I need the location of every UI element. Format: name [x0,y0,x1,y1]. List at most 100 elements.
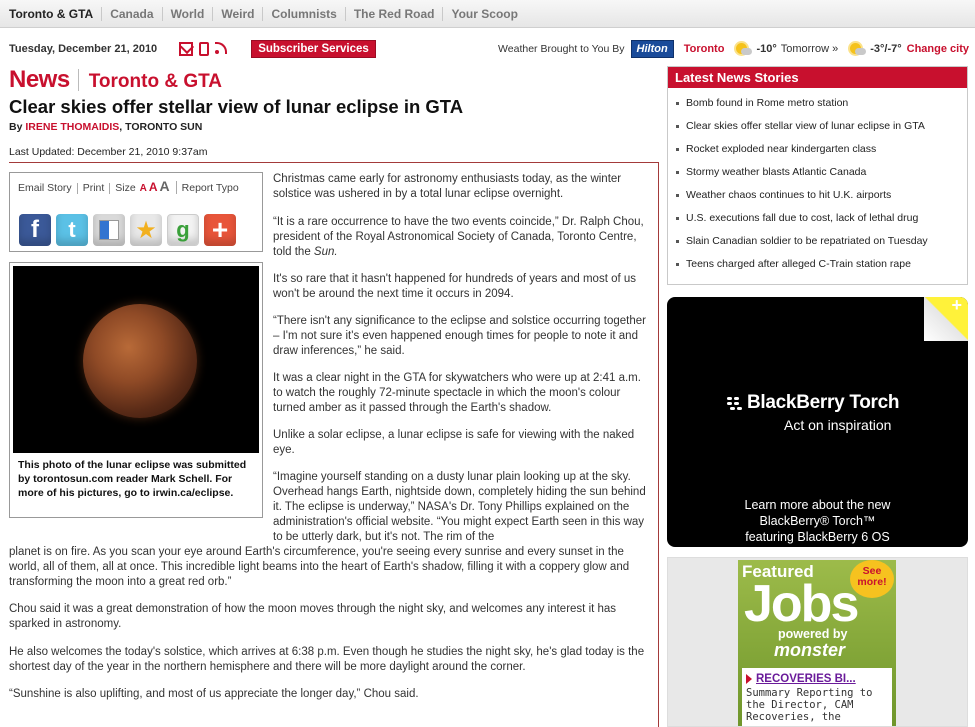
job-description: Summary Reporting to the Director, CAM R… [746,687,888,723]
twitter-icon[interactable]: t [56,214,88,246]
article-headline: Clear skies offer stellar view of lunar … [9,96,464,117]
more-share-icon[interactable]: + [204,214,236,246]
ad-learn-line-2: BlackBerry® Torch™ [759,514,876,528]
job-description-line: the Director, CAM [746,699,854,711]
job-listing[interactable]: RECOVERIES BI... Summary Reporting to th… [742,668,892,726]
photo-caption: This photo of the lunar eclipse was subm… [18,459,247,499]
arrow-right-icon [746,674,752,684]
delicious-icon[interactable] [93,214,125,246]
byline-prefix: By [9,121,23,133]
text-size-large[interactable]: A [159,178,171,194]
job-description-line: Recoveries, the [746,711,841,723]
paragraph-2-italic: Sun. [313,246,338,258]
change-city-link[interactable]: Change city [907,43,969,55]
ad-tagline: Act on inspiration [784,417,892,433]
social-share-icons: f t ★ g + [19,214,236,246]
rss-icon[interactable] [215,42,228,54]
paragraph-2: “It is a rare occurrence to have the two… [273,215,653,260]
nav-canada[interactable]: Canada [102,6,163,21]
featured-jobs-box: Featured See more! Jobs powered by monst… [667,557,968,727]
author-link[interactable]: IRENE THOMAIDIS [25,121,119,133]
story-tools: Email Story Print Size AAA Report Typo f… [9,172,263,252]
email-story-link[interactable]: Email Story [18,183,78,194]
section-news[interactable]: News [9,66,70,94]
paragraph-9: He also welcomes the today's solstice, w… [9,646,645,673]
mobile-phone-icon[interactable] [199,42,210,56]
header-tool-icons [179,42,228,56]
latest-news-panel: Latest News Stories Bomb found in Rome m… [667,66,968,285]
powered-by-label: powered by [778,627,848,641]
nav-weird[interactable]: Weird [213,6,264,21]
section-divider [77,69,79,91]
latest-news-item[interactable]: Bomb found in Rome metro station [668,97,967,120]
weather-city[interactable]: Toronto [684,43,725,55]
byline: By IRENE THOMAIDIS, TORONTO SUN [9,121,202,133]
paragraph-8: Chou said it was a great demonstration o… [9,603,617,630]
blackberry-ad[interactable]: BlackBerry Torch Act on inspiration Lear… [667,297,968,547]
job-title-link[interactable]: RECOVERIES BI... [746,673,888,685]
ad-learn-line-1: Learn more about the new [744,498,891,512]
latest-news-item[interactable]: Teens charged after alleged C-Train stat… [668,258,967,281]
hilton-logo[interactable]: Hilton [630,40,674,58]
latest-news-list: Bomb found in Rome metro station Clear s… [668,97,967,281]
latest-news-item[interactable]: Rocket exploded near kindergarten class [668,143,967,166]
nav-the-red-road[interactable]: The Red Road [346,6,444,21]
lunar-eclipse-photo[interactable] [13,266,259,453]
tomorrow-label[interactable]: Tomorrow » [781,43,838,55]
latest-news-item[interactable]: Stormy weather blasts Atlantic Canada [668,166,967,189]
latest-news-item[interactable]: U.S. executions fall due to cost, lack o… [668,212,967,235]
paragraph-7-bottom: planet is on fire. As you scan your eye … [9,546,630,588]
expand-ad-corner-icon[interactable] [924,297,968,341]
blackberry-logo-icon [727,397,743,411]
subscriber-services-button[interactable]: Subscriber Services [251,40,376,58]
date-row: Tuesday, December 21, 2010 Subscriber Se… [9,38,969,60]
report-typo-link[interactable]: Report Typo [177,183,244,194]
text-size-small[interactable]: A [139,183,148,194]
paragraph-4: “There isn't any significance to the ecl… [273,315,646,357]
text-size-control: Size AAA [110,178,177,194]
partly-sunny-icon [848,42,867,56]
eclipsed-moon [83,304,197,418]
partly-sunny-icon [734,42,753,56]
story-tool-links: Email Story Print Size AAA Report Typo [18,178,244,194]
favorite-star-icon[interactable]: ★ [130,214,162,246]
latest-news-item[interactable]: Weather chaos continues to hit U.K. airp… [668,189,967,212]
job-title-text: RECOVERIES BI... [756,673,856,685]
email-icon[interactable] [179,42,194,56]
size-label: Size [115,182,136,194]
job-description-line: Summary Reporting to [746,687,873,699]
byline-outlet: , TORONTO SUN [119,121,203,133]
facebook-icon[interactable]: f [19,214,51,246]
paragraph-5: It was a clear night in the GTA for skyw… [273,372,641,414]
latest-news-title: Latest News Stories [668,67,967,88]
latest-news-item[interactable]: Slain Canadian soldier to be repatriated… [668,235,967,258]
text-size-medium[interactable]: A [148,180,159,194]
current-date: Tuesday, December 21, 2010 [9,43,158,55]
ad-brand: BlackBerry Torch [747,392,900,413]
photo-box: This photo of the lunar eclipse was subm… [9,262,263,518]
nav-toronto-gta[interactable]: Toronto & GTA [9,6,103,21]
top-nav: Toronto & GTA Canada World Weird Columni… [0,0,975,28]
paragraph-1: Christmas came early for astronomy enthu… [273,173,622,200]
section-toronto-gta[interactable]: Toronto & GTA [89,71,222,93]
paragraph-6: Unlike a solar eclipse, a lunar eclipse … [273,429,635,456]
today-temperature: -10° [756,43,777,55]
monster-jobs-widget[interactable]: Featured See more! Jobs powered by monst… [738,560,896,726]
ad-learn-more: Learn more about the new BlackBerry® Tor… [667,497,968,545]
section-heading: News Toronto & GTA [9,66,222,94]
nav-world[interactable]: World [163,6,214,21]
google-icon[interactable]: g [167,214,199,246]
paragraph-3: It's so rare that it hasn't happened for… [273,273,637,300]
nav-columnists[interactable]: Columnists [263,6,346,21]
tomorrow-temperature: -3°/-7° [870,43,902,55]
ad-learn-line-3: featuring BlackBerry 6 OS [745,530,890,544]
monster-logo: monster [774,640,846,660]
nav-your-scoop[interactable]: Your Scoop [443,7,525,21]
paragraph-7-top: “Imagine yourself standing on a dusty lu… [273,471,646,543]
weather-sponsor-text: Weather Brought to You By [498,43,625,55]
paragraph-10: “Sunshine is also uplifting, and most of… [9,688,419,700]
jobs-word: Jobs [744,575,859,633]
latest-news-item[interactable]: Clear skies offer stellar view of lunar … [668,120,967,143]
print-link[interactable]: Print [78,183,111,194]
weather-widget: Weather Brought to You By Hilton Toronto… [498,40,969,58]
